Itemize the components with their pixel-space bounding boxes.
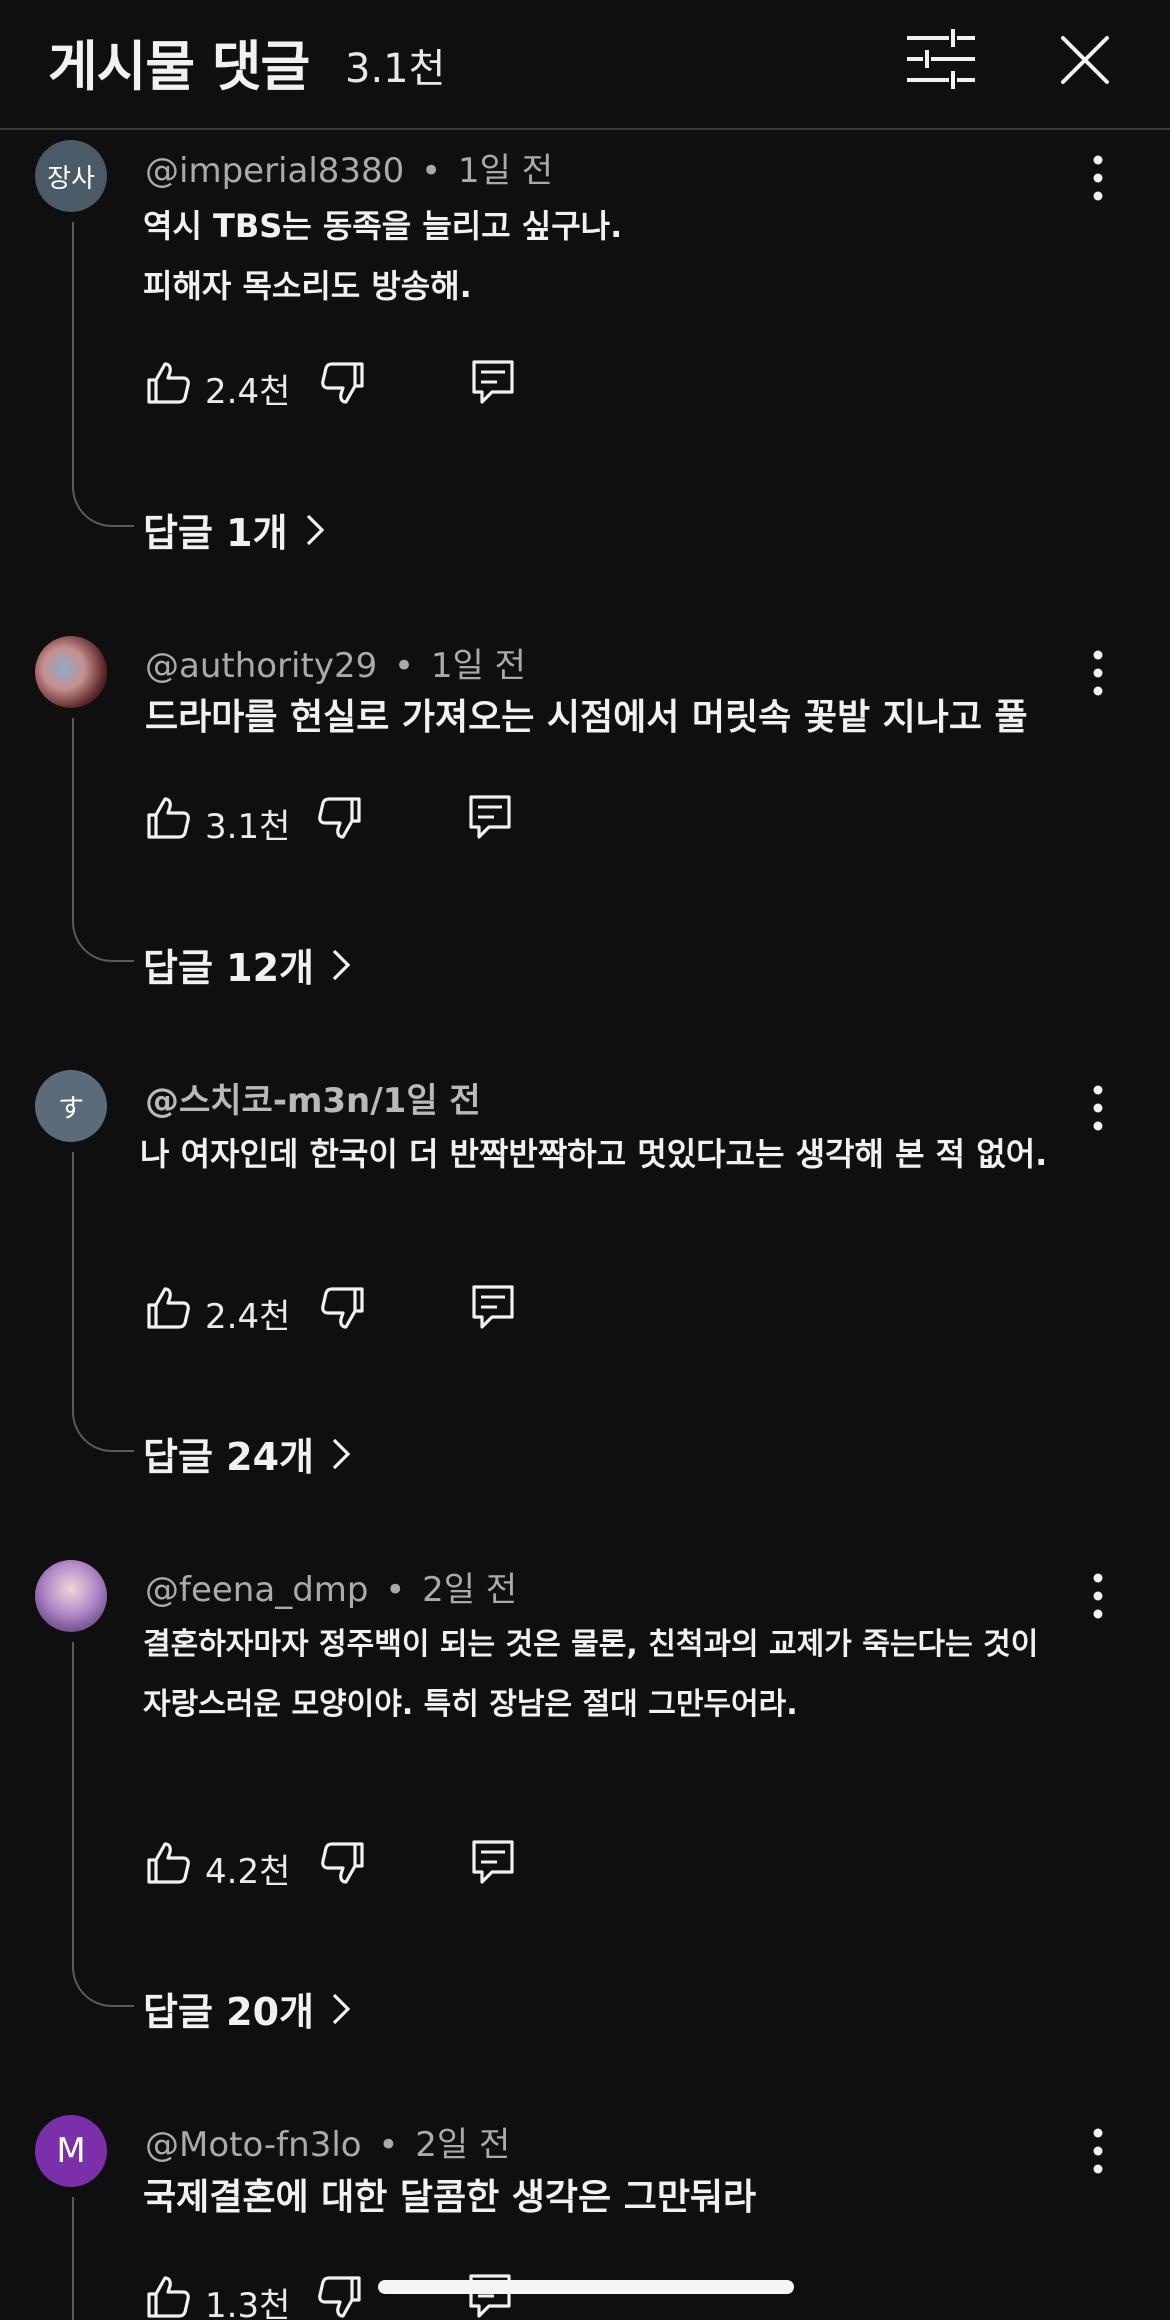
replies-label: 답글 1개	[143, 511, 288, 555]
view-replies-button[interactable]: 답글 20개	[143, 1981, 352, 2036]
comment-count: 3.1천	[345, 46, 446, 92]
avatar[interactable]: す	[35, 1070, 107, 1142]
chevron-right-icon	[332, 949, 351, 980]
separator-dot: •	[394, 646, 415, 686]
replies-label: 답글 12개	[143, 946, 314, 990]
reply-icon[interactable]	[470, 1283, 516, 1333]
comment-line: 결혼하자마자 정주백이 되는 것은 물론, 친척과의 교제가 죽는다는 것이	[143, 1627, 1039, 1662]
thumbs-down-icon[interactable]	[318, 358, 368, 408]
thread-line	[72, 2197, 134, 2320]
chevron-right-icon	[332, 1993, 351, 2024]
comment-line: 나 여자인데 한국이 더 반짝반짝하고 멋있다고는 생각해 본 적 없어.	[140, 1135, 1048, 1173]
author-name[interactable]: @스치코-m3n/1일 전	[145, 1081, 481, 1121]
comment-actions: 2.4천	[143, 1283, 543, 1339]
like-count: 2.4천	[205, 1297, 291, 1337]
thumbs-up-icon[interactable]	[143, 793, 193, 843]
comment-line: 피해자 목소리도 방송해.	[143, 267, 472, 305]
sliders-icon[interactable]	[905, 28, 977, 90]
like-count: 2.4천	[205, 372, 291, 412]
comment-line: 자랑스러운 모양이야. 특히 장남은 절대 그만두어라.	[143, 1687, 798, 1722]
separator-dot: •	[378, 2125, 399, 2165]
separator-dot: •	[421, 151, 442, 191]
thumbs-down-icon[interactable]	[315, 2272, 365, 2320]
comments-header: 게시물 댓글 3.1천	[0, 0, 1170, 130]
avatar-text: 장사	[47, 163, 95, 194]
comment-text: 드라마를 현실로 가져오는 시점에서 머릿속 꽃밭 지나고 풀	[145, 688, 1105, 748]
page-title: 게시물 댓글	[48, 35, 310, 98]
close-icon[interactable]	[1055, 30, 1115, 90]
comment-actions: 4.2천	[143, 1838, 543, 1894]
view-replies-button[interactable]: 답글 12개	[143, 937, 352, 992]
home-indicator[interactable]	[378, 2280, 794, 2294]
replies-label: 답글 20개	[143, 1990, 314, 2034]
comment-meta[interactable]: @imperial8380 • 1일 전	[145, 143, 553, 192]
like-count: 3.1천	[205, 807, 291, 847]
reply-icon[interactable]	[470, 358, 516, 408]
thumbs-down-icon[interactable]	[318, 1283, 368, 1333]
author-name[interactable]: @authority29	[145, 646, 377, 686]
author-name[interactable]: @Moto-fn3lo	[145, 2125, 362, 2165]
chevron-right-icon	[306, 514, 324, 545]
comment-text: 국제결혼에 대한 달콤한 생각은 그만둬라	[143, 2168, 1103, 2228]
avatar-text: M	[56, 2131, 86, 2171]
thumbs-up-icon[interactable]	[143, 2272, 193, 2320]
thumbs-down-icon[interactable]	[318, 1838, 368, 1888]
avatar[interactable]	[35, 1560, 107, 1632]
thumbs-up-icon[interactable]	[143, 1838, 193, 1888]
avatar[interactable]: M	[35, 2115, 107, 2187]
comment-meta[interactable]: @feena_dmp • 2일 전	[145, 1562, 517, 1611]
reply-icon[interactable]	[470, 1838, 516, 1888]
timestamp: 2일 전	[415, 2125, 511, 2165]
comment-text: 역시 TBS는 동족을 늘리고 싶구나. 피해자 목소리도 방송해.	[143, 196, 1103, 316]
view-replies-button[interactable]: 답글 24개	[143, 1426, 352, 1481]
thumbs-down-icon[interactable]	[315, 793, 365, 843]
comment-actions: 2.4천	[143, 358, 543, 414]
author-name[interactable]: @feena_dmp	[145, 1570, 368, 1610]
timestamp: 2일 전	[422, 1570, 518, 1610]
avatar[interactable]: 장사	[35, 140, 107, 212]
like-count: 4.2천	[205, 1852, 291, 1892]
separator-dot: •	[385, 1570, 406, 1610]
author-name[interactable]: @imperial8380	[145, 151, 404, 191]
comment-line: 드라마를 현실로 가져오는 시점에서 머릿속 꽃밭 지나고 풀	[145, 697, 1028, 738]
comment-text: 결혼하자마자 정주백이 되는 것은 물론, 친척과의 교제가 죽는다는 것이 자…	[143, 1615, 1103, 1735]
comment-actions: 3.1천	[143, 793, 543, 849]
comment-meta[interactable]: @스치코-m3n/1일 전	[145, 1073, 481, 1122]
thread-line	[72, 1642, 134, 2007]
replies-label: 답글 24개	[143, 1435, 314, 1479]
reply-icon[interactable]	[467, 793, 513, 843]
like-count: 1.3천	[205, 2286, 291, 2320]
timestamp: 1일 전	[430, 646, 526, 686]
chevron-right-icon	[332, 1438, 351, 1469]
comment-text: 나 여자인데 한국이 더 반짝반짝하고 멋있다고는 생각해 본 적 없어.	[140, 1124, 1100, 1184]
thread-line	[72, 222, 134, 527]
timestamp: 1일 전	[458, 151, 553, 191]
avatar-text: す	[57, 1093, 84, 1124]
comment-line: 역시 TBS는 동족을 늘리고 싶구나.	[143, 207, 623, 245]
comment-line: 국제결혼에 대한 달콤한 생각은 그만둬라	[143, 2177, 757, 2218]
comment-meta[interactable]: @authority29 • 1일 전	[145, 638, 526, 687]
view-replies-button[interactable]: 답글 1개	[143, 502, 326, 557]
thumbs-up-icon[interactable]	[143, 1283, 193, 1333]
comment-meta[interactable]: @Moto-fn3lo • 2일 전	[145, 2117, 510, 2166]
thread-line	[72, 718, 134, 962]
thread-line	[72, 1152, 134, 1452]
avatar[interactable]	[35, 636, 107, 708]
thumbs-up-icon[interactable]	[143, 358, 193, 408]
